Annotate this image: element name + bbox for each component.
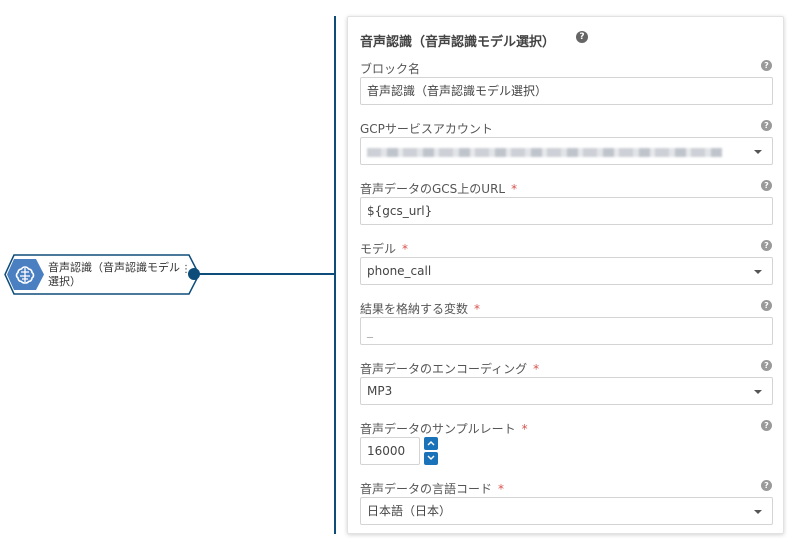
gcs-url-label-text: 音声データのGCS上のURL xyxy=(360,182,506,196)
flow-node-speech-recognition[interactable]: 音声認識（音声認識モデル選択） xyxy=(4,254,200,295)
required-mark: * xyxy=(533,362,540,376)
help-icon[interactable]: ? xyxy=(576,31,588,43)
gcs-url-label: 音声データのGCS上のURL * xyxy=(360,180,517,197)
help-icon[interactable]: ? xyxy=(761,360,772,371)
redacted-account-value xyxy=(367,148,722,157)
help-icon[interactable]: ? xyxy=(761,420,772,431)
help-icon[interactable]: ? xyxy=(761,180,772,191)
connector-line xyxy=(198,273,336,275)
chevron-up-icon xyxy=(427,441,435,446)
encoding-select[interactable]: MP3 xyxy=(360,377,773,405)
property-panel: 音声認識（音声認識モデル選択） ? ブロック名 ? 音声認識（音声認識モデル選択… xyxy=(347,16,784,534)
result-var-label-text: 結果を格納する変数 xyxy=(360,302,469,316)
sample-rate-label: 音声データのサンプルレート * xyxy=(360,420,528,437)
required-mark: * xyxy=(474,302,481,316)
encoding-label: 音声データのエンコーディング * xyxy=(360,360,539,377)
language-label: 音声データの言語コード * xyxy=(360,480,504,497)
gcp-account-label-text: GCPサービスアカウント xyxy=(360,122,493,136)
required-mark: * xyxy=(402,242,409,256)
help-icon[interactable]: ? xyxy=(761,480,772,491)
block-name-label-text: ブロック名 xyxy=(360,62,421,76)
encoding-label-text: 音声データのエンコーディング xyxy=(360,362,528,376)
increment-button[interactable] xyxy=(424,437,438,450)
chevron-down-icon xyxy=(754,150,762,154)
help-icon[interactable]: ? xyxy=(761,300,772,311)
required-mark: * xyxy=(498,482,505,496)
block-name-input[interactable]: 音声認識（音声認識モデル選択） xyxy=(360,77,773,105)
panel-divider xyxy=(334,16,336,534)
model-label: モデル * xyxy=(360,240,408,257)
chevron-down-icon xyxy=(754,390,762,394)
block-name-label: ブロック名 xyxy=(360,60,420,77)
language-select[interactable]: 日本語（日本） xyxy=(360,497,773,525)
required-mark: * xyxy=(511,182,518,196)
brain-icon xyxy=(15,266,35,284)
required-mark: * xyxy=(521,422,528,436)
node-label: 音声認識（音声認識モデル選択） xyxy=(48,261,180,288)
gcs-url-input[interactable]: ${gcs_url} xyxy=(360,197,773,225)
chevron-down-icon xyxy=(754,270,762,274)
chevron-down-icon xyxy=(754,510,762,514)
sample-rate-label-text: 音声データのサンプルレート xyxy=(360,422,516,436)
language-label-text: 音声データの言語コード xyxy=(360,482,493,496)
chevron-down-icon xyxy=(427,455,435,460)
help-icon[interactable]: ? xyxy=(761,240,772,251)
sample-rate-input[interactable]: 16000 xyxy=(360,437,420,465)
model-select-value: phone_call xyxy=(367,264,432,278)
gcp-account-select[interactable] xyxy=(360,137,773,165)
result-var-label: 結果を格納する変数 * xyxy=(360,300,480,317)
decrement-button[interactable] xyxy=(424,452,438,465)
result-var-input[interactable]: _ xyxy=(360,317,773,345)
model-label-text: モデル xyxy=(360,242,397,256)
model-select[interactable]: phone_call xyxy=(360,257,773,285)
language-select-value: 日本語（日本） xyxy=(367,504,452,518)
help-icon[interactable]: ? xyxy=(761,60,772,71)
panel-title: 音声認識（音声認識モデル選択） xyxy=(360,35,556,50)
help-icon[interactable]: ? xyxy=(761,120,772,131)
encoding-select-value: MP3 xyxy=(367,384,393,398)
gcp-account-label: GCPサービスアカウント xyxy=(360,120,493,137)
